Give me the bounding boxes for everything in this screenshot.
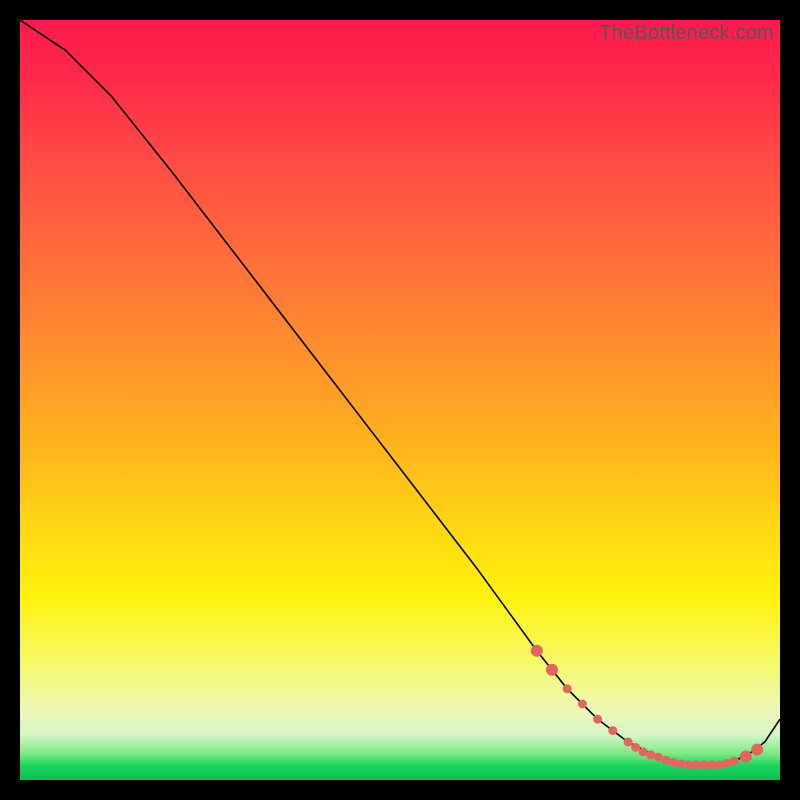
highlight-point [646, 750, 655, 759]
highlight-point [662, 756, 671, 765]
chart-frame: TheBottleneck.com [0, 0, 800, 800]
highlight-point [751, 744, 763, 756]
highlight-point [722, 759, 731, 768]
plot-area: TheBottleneck.com [20, 20, 780, 780]
highlight-point [631, 743, 640, 752]
highlight-point [593, 715, 602, 724]
marker-group [531, 645, 763, 770]
highlight-point [624, 738, 633, 747]
highlight-point [740, 750, 752, 762]
highlight-point [730, 757, 739, 766]
highlight-point [546, 664, 558, 676]
highlight-point [608, 726, 617, 735]
bottleneck-curve [20, 20, 780, 765]
curve-layer [20, 20, 780, 780]
highlight-point [715, 760, 724, 769]
highlight-point [531, 645, 543, 657]
highlight-point [669, 758, 678, 767]
highlight-point [578, 700, 587, 709]
highlight-point [677, 760, 686, 769]
highlight-point [563, 684, 572, 693]
